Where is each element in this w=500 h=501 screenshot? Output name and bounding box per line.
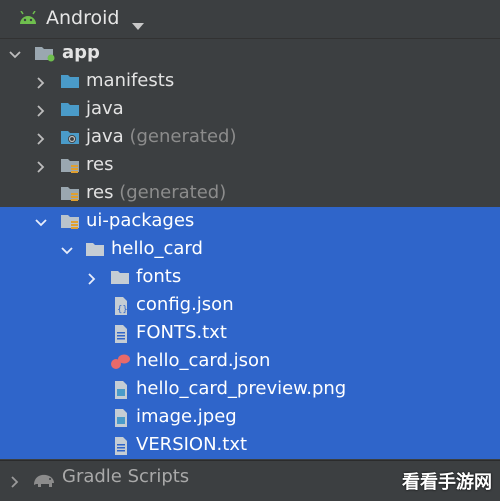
chevron-down-icon[interactable] (8, 46, 22, 60)
project-view-header: Android (0, 0, 500, 39)
chevron-right-icon[interactable] (34, 158, 48, 173)
tree-item-image-jpeg[interactable]: image.jpeg (0, 403, 500, 431)
gradle-elephant-icon (32, 471, 56, 494)
project-view-title[interactable]: Android (46, 7, 119, 29)
android-icon (18, 9, 38, 30)
svg-text:{}: {} (117, 305, 128, 315)
tree-item-label: java (generated) (86, 126, 237, 147)
chevron-down-icon[interactable] (131, 15, 145, 36)
source-folder-icon (60, 100, 80, 118)
folder-icon (110, 268, 130, 286)
chevron-down-icon[interactable] (60, 242, 74, 256)
tree-item-java-generated[interactable]: java (generated) (0, 123, 500, 151)
tree-item-label: hello_card.json (136, 350, 271, 371)
tree-item-hello-card-preview-png[interactable]: hello_card_preview.png (0, 375, 500, 403)
tree-item-label: Gradle Scripts (62, 466, 190, 487)
tree-item-label: manifests (86, 70, 175, 91)
folder-icon (60, 72, 80, 90)
chevron-right-icon[interactable] (34, 102, 48, 117)
chevron-down-icon[interactable] (34, 214, 48, 228)
chevron-right-icon[interactable] (34, 74, 48, 89)
tree-item-label: VERSION.txt (136, 434, 248, 455)
resource-folder-icon (60, 212, 80, 230)
tree-item-label: config.json (136, 294, 234, 315)
tree-item-res-generated[interactable]: res (generated) (0, 179, 500, 207)
text-file-icon (112, 436, 132, 455)
tree-item-hello-card[interactable]: hello_card (0, 235, 500, 263)
chevron-right-icon[interactable] (8, 473, 22, 494)
resource-folder-icon (60, 184, 80, 202)
folder-icon (85, 240, 105, 258)
tree-item-res[interactable]: res (0, 151, 500, 179)
chevron-right-icon[interactable] (34, 130, 48, 145)
tree-item-manifests[interactable]: manifests (0, 67, 500, 95)
figma-file-icon (110, 352, 130, 370)
module-folder-icon (34, 44, 55, 62)
tree-item-label: fonts (136, 266, 182, 287)
tree-item-app[interactable]: app (0, 39, 500, 67)
tree-item-label: res (86, 154, 114, 175)
tree-item-hello-card-json[interactable]: hello_card.json (0, 347, 500, 375)
tree-item-label: app (62, 42, 100, 63)
tree-item-version-txt[interactable]: VERSION.txt (0, 431, 500, 459)
tree-item-label: java (86, 98, 124, 119)
tree-item-label: hello_card_preview.png (136, 378, 347, 399)
tree-item-label: image.jpeg (136, 406, 237, 427)
tree-item-config-json[interactable]: {} config.json (0, 291, 500, 319)
tree-item-label: hello_card (111, 238, 203, 259)
tree-item-label: res (generated) (86, 182, 227, 203)
tree-item-label: ui-packages (86, 210, 195, 231)
tree-item-fonts-txt[interactable]: FONTS.txt (0, 319, 500, 347)
image-file-icon (112, 380, 132, 399)
text-file-icon (112, 324, 132, 343)
tree-item-ui-packages[interactable]: ui-packages (0, 207, 500, 235)
tree-item-java[interactable]: java (0, 95, 500, 123)
tree-item-fonts[interactable]: fonts (0, 263, 500, 291)
json-file-icon: {} (112, 296, 132, 315)
image-file-icon (112, 408, 132, 427)
tree-item-label: FONTS.txt (136, 322, 227, 343)
watermark: 看看手游网 (402, 472, 492, 493)
generated-source-folder-icon (60, 128, 80, 146)
resource-folder-icon (60, 156, 80, 174)
chevron-right-icon[interactable] (85, 270, 99, 285)
